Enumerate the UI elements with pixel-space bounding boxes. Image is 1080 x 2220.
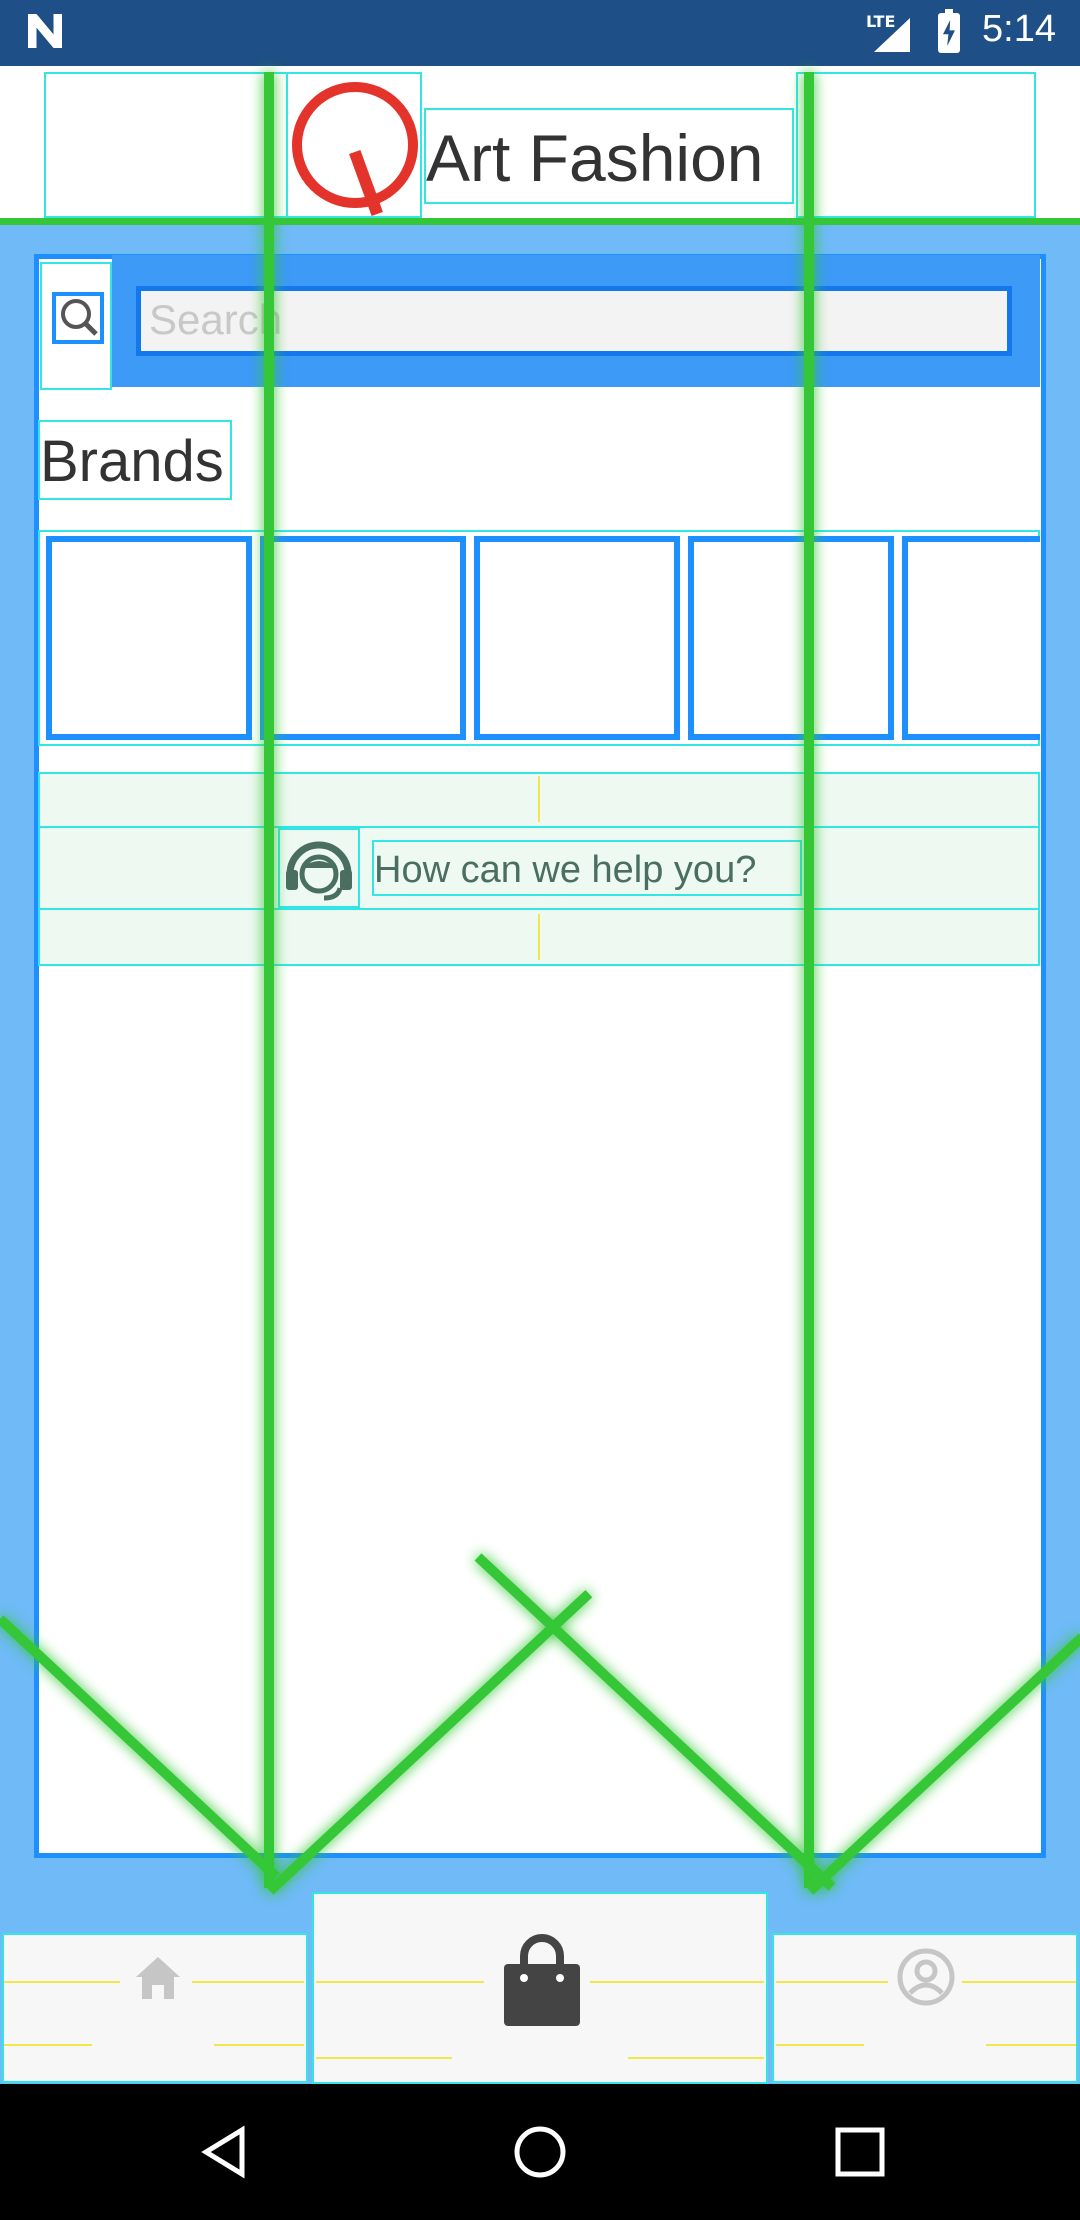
header-right-slot bbox=[796, 72, 1036, 218]
search-button[interactable] bbox=[40, 262, 112, 390]
nav-home[interactable] bbox=[2, 1933, 308, 2083]
brand-tile[interactable] bbox=[46, 536, 252, 740]
overlay-line bbox=[804, 72, 814, 1888]
logo-icon[interactable] bbox=[292, 82, 418, 208]
home-circle-icon[interactable] bbox=[512, 2124, 568, 2180]
help-guide-bottom bbox=[538, 914, 540, 960]
headset-icon-svg bbox=[286, 841, 352, 901]
brand-tile[interactable] bbox=[902, 536, 1040, 740]
shopping-bag-icon bbox=[504, 1934, 580, 2026]
header-divider bbox=[0, 218, 1080, 225]
brand-tile[interactable] bbox=[474, 536, 680, 740]
nav-guide bbox=[628, 2057, 764, 2059]
brands-heading: Brands bbox=[38, 420, 232, 500]
headset-icon bbox=[278, 828, 360, 908]
header-left-slot bbox=[44, 72, 288, 218]
search-icon bbox=[52, 292, 104, 344]
status-time: 5:14 bbox=[982, 8, 1056, 50]
page-title: Art Fashion bbox=[424, 108, 794, 204]
nav-guide bbox=[192, 1981, 304, 1983]
nav-guide bbox=[316, 2057, 452, 2059]
nav-guide bbox=[962, 1981, 1076, 1983]
system-navigation-bar bbox=[0, 2084, 1080, 2220]
nav-guide bbox=[4, 2044, 92, 2046]
nav-guide bbox=[776, 1981, 888, 1983]
nav-profile[interactable] bbox=[772, 1933, 1078, 2083]
back-icon[interactable] bbox=[196, 2124, 252, 2180]
help-text[interactable]: How can we help you? bbox=[372, 840, 802, 896]
nav-guide bbox=[4, 1981, 120, 1983]
nav-guide bbox=[214, 2044, 304, 2046]
network-type: LTE bbox=[866, 12, 896, 31]
recents-icon[interactable] bbox=[834, 2126, 886, 2178]
brand-tile[interactable] bbox=[260, 536, 466, 740]
profile-icon bbox=[897, 1948, 955, 2006]
help-guide-top bbox=[538, 776, 540, 822]
overlay-line bbox=[264, 72, 274, 1888]
home-icon bbox=[136, 1957, 180, 1999]
nav-shop[interactable] bbox=[312, 1892, 768, 2084]
nav-guide bbox=[776, 2044, 864, 2046]
nav-guide bbox=[316, 1981, 484, 1983]
brand-tile[interactable] bbox=[688, 536, 894, 740]
nav-guide bbox=[590, 1981, 764, 1983]
search-placeholder: Search bbox=[149, 296, 283, 343]
status-bar: LTE 5:14 bbox=[0, 0, 1080, 66]
notification-n-icon bbox=[28, 14, 62, 48]
nav-guide bbox=[986, 2044, 1076, 2046]
